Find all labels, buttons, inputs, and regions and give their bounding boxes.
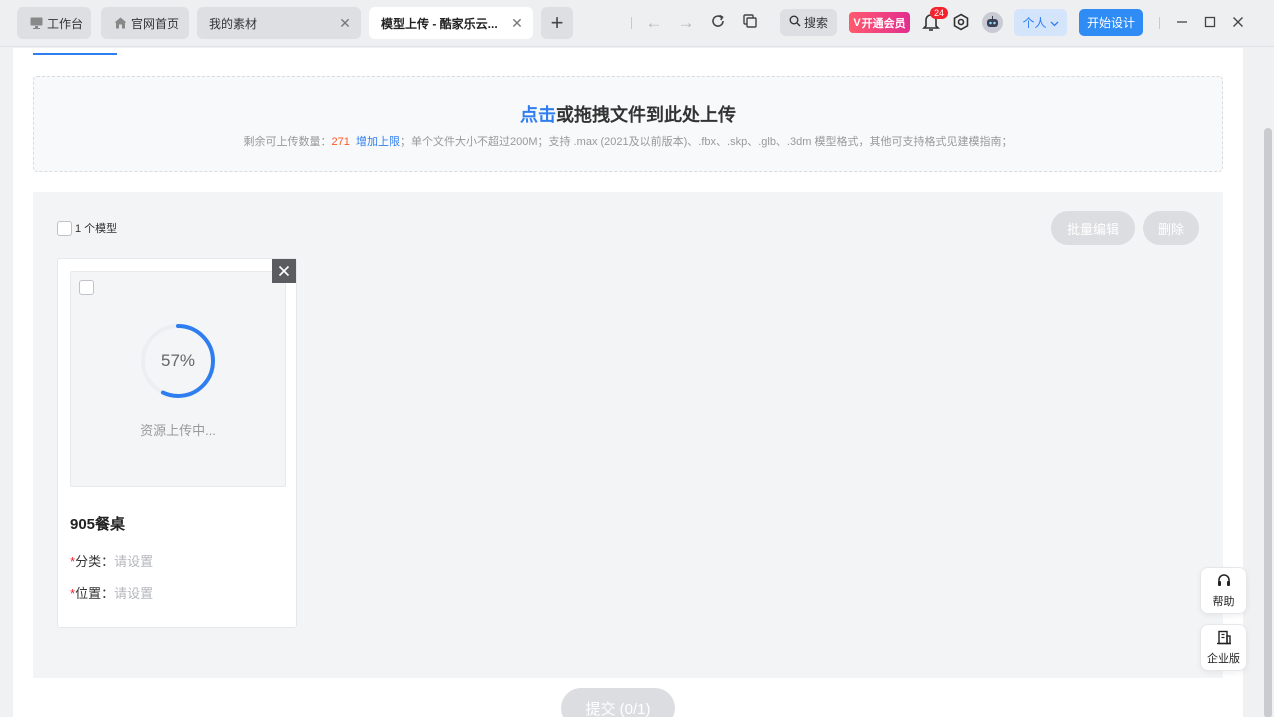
headset-icon: [1216, 573, 1232, 591]
new-tab-button[interactable]: +: [541, 7, 573, 39]
remove-model-button[interactable]: [272, 259, 296, 283]
divider: [631, 17, 632, 29]
maximize-icon: [1204, 15, 1216, 32]
upload-click-link[interactable]: 点击: [520, 105, 556, 125]
tab-my-materials[interactable]: 我的素材 ✕: [197, 7, 361, 39]
home-icon: [113, 16, 127, 30]
close-icon: [1232, 15, 1244, 32]
model-checkbox[interactable]: [79, 280, 94, 295]
search-label: 搜索: [803, 16, 828, 30]
remaining-label: 剩余可上传数量：: [243, 136, 332, 148]
close-icon: [278, 261, 290, 282]
close-window-button[interactable]: [1228, 13, 1248, 33]
increase-limit-link[interactable]: 增加上限: [356, 136, 400, 148]
delete-button[interactable]: 删除: [1143, 211, 1199, 245]
help-button[interactable]: 帮助: [1200, 567, 1247, 614]
upload-rules: ；单个文件大小不超过200M；支持 .max (2021及以前版本)、.fbx、…: [400, 136, 1013, 148]
copy-window-button[interactable]: [739, 12, 761, 34]
category-label: 分类：: [75, 554, 115, 569]
enterprise-label: 企业版: [1207, 652, 1240, 665]
building-icon: [1216, 630, 1232, 648]
tab-label: 官网首页: [131, 16, 180, 31]
scrollbar-thumb[interactable]: [1264, 128, 1272, 717]
category-value[interactable]: 请设置: [114, 554, 153, 569]
batch-edit-button[interactable]: 批量编辑: [1051, 211, 1135, 245]
tab-workbench[interactable]: 工作台: [17, 7, 91, 39]
help-label: 帮助: [1212, 595, 1235, 608]
arrow-left-icon: ←: [645, 13, 663, 32]
model-count-label: 1 个模型: [75, 223, 118, 235]
browser-top-bar: 工作台 官网首页 我的素材 ✕ 模型上传 - 酷家乐云... ✕ + ← → 搜…: [0, 0, 1274, 47]
upload-title-rest: 或拖拽文件到此处上传: [556, 105, 736, 125]
vip-label: 开通会员: [861, 17, 906, 30]
submit-button[interactable]: 提交 (0/1): [561, 688, 675, 717]
scrollbar[interactable]: [1262, 48, 1274, 717]
copy-icon: [742, 13, 758, 34]
model-thumbnail: 57% 资源上传中...: [70, 271, 286, 487]
category-field[interactable]: *分类：请设置: [70, 551, 153, 570]
upload-title: 点击或拖拽文件到此处上传: [34, 101, 1222, 127]
tab-label: 我的素材: [209, 16, 258, 31]
model-list-panel: 1 个模型 批量编辑 删除 57% 资源上传中... 905餐桌 *分类：请设置…: [33, 192, 1223, 678]
divider: [1159, 17, 1160, 29]
active-tab-indicator: [33, 53, 117, 55]
select-all-checkbox[interactable]: [57, 220, 72, 236]
minimize-button[interactable]: [1172, 13, 1192, 33]
model-card: 57% 资源上传中... 905餐桌 *分类：请设置 *位置：请设置: [57, 258, 297, 628]
close-icon[interactable]: ✕: [509, 15, 525, 31]
upload-status: 资源上传中...: [140, 423, 216, 438]
model-name: 905餐桌: [70, 516, 126, 533]
assistant-button[interactable]: [982, 12, 1003, 33]
position-value[interactable]: 请设置: [114, 586, 153, 601]
bell-icon: [922, 14, 940, 36]
upload-note: 剩余可上传数量：271 增加上限；单个文件大小不超过200M；支持 .max (…: [34, 133, 1222, 149]
tab-model-upload[interactable]: 模型上传 - 酷家乐云... ✕: [369, 7, 533, 39]
monitor-icon: [29, 16, 43, 30]
tab-official-home[interactable]: 官网首页: [101, 7, 189, 39]
personal-label: 个人: [1022, 16, 1047, 30]
reload-icon: [710, 13, 726, 34]
robot-icon: [982, 16, 1003, 37]
settings-button[interactable]: [952, 13, 972, 33]
back-button[interactable]: ←: [643, 12, 665, 34]
enterprise-button[interactable]: 企业版: [1200, 624, 1247, 671]
close-icon[interactable]: ✕: [337, 15, 353, 31]
vip-button[interactable]: V 开通会员: [849, 12, 910, 33]
position-label: 位置：: [75, 586, 115, 601]
search-button[interactable]: 搜索: [780, 9, 837, 36]
hexagon-settings-icon: [952, 13, 970, 35]
minimize-icon: [1176, 15, 1188, 32]
notification-badge: 24: [930, 7, 948, 19]
maximize-button[interactable]: [1200, 13, 1220, 33]
vip-icon: V: [853, 16, 861, 29]
arrow-right-icon: →: [677, 13, 695, 32]
upload-progress-text: 57%: [160, 351, 196, 370]
upload-dropzone[interactable]: 点击或拖拽文件到此处上传 剩余可上传数量：271 增加上限；单个文件大小不超过2…: [33, 76, 1223, 172]
personal-dropdown[interactable]: 个人: [1014, 9, 1067, 36]
page-content: 点击或拖拽文件到此处上传 剩余可上传数量：271 增加上限；单个文件大小不超过2…: [13, 48, 1243, 717]
tab-label: 模型上传 - 酷家乐云...: [381, 16, 498, 31]
plus-icon: +: [550, 10, 564, 35]
remaining-count: 271: [331, 136, 350, 148]
reload-button[interactable]: [707, 12, 729, 34]
select-all[interactable]: 1 个模型: [57, 220, 117, 236]
tab-label: 工作台: [47, 16, 84, 31]
position-field[interactable]: *位置：请设置: [70, 583, 153, 602]
forward-button[interactable]: →: [675, 12, 697, 34]
search-icon: [789, 15, 801, 30]
start-design-button[interactable]: 开始设计: [1079, 9, 1143, 36]
chevron-down-icon: [1050, 16, 1059, 30]
